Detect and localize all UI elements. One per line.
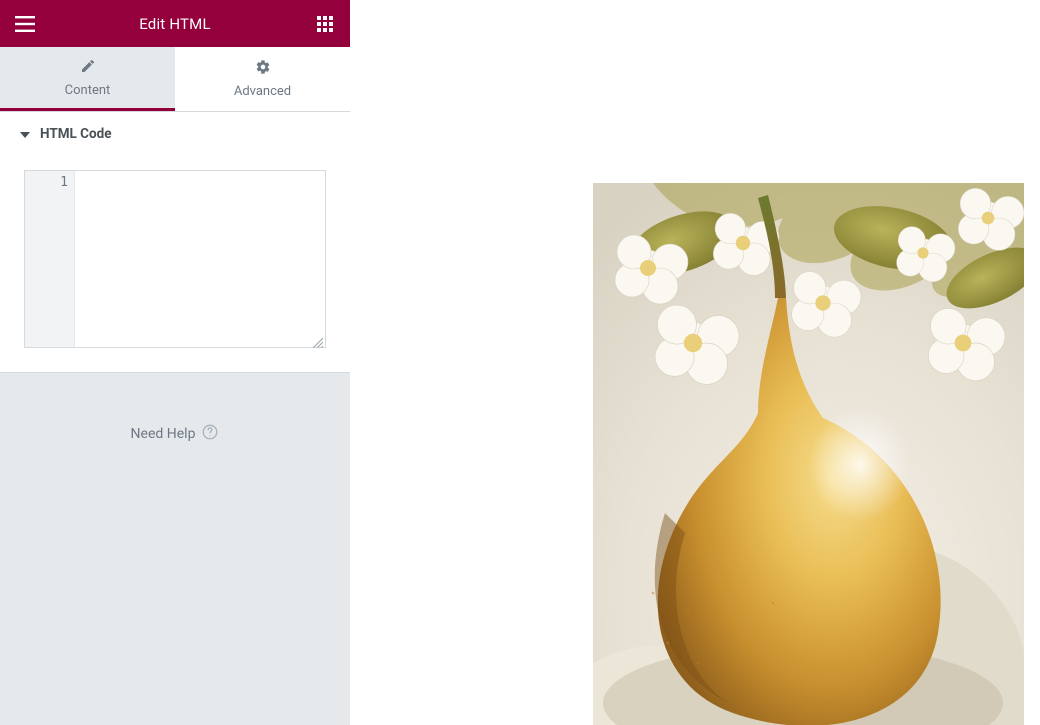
section-html-code: HTML Code 1 bbox=[0, 111, 350, 373]
pencil-icon bbox=[80, 58, 96, 78]
resize-handle-icon[interactable] bbox=[311, 333, 323, 345]
code-editor[interactable]: 1 bbox=[24, 170, 326, 348]
editor-sidebar: Edit HTML Content Advanced bbox=[0, 0, 350, 725]
tab-content[interactable]: Content bbox=[0, 47, 175, 111]
gear-icon bbox=[255, 59, 271, 79]
hamburger-menu-icon[interactable] bbox=[12, 11, 38, 37]
code-gutter: 1 bbox=[25, 171, 75, 347]
tab-advanced[interactable]: Advanced bbox=[175, 47, 350, 111]
preview-image bbox=[593, 183, 1024, 725]
panel-tabs: Content Advanced bbox=[0, 47, 350, 111]
section-title: HTML Code bbox=[40, 126, 112, 142]
panel-title: Edit HTML bbox=[139, 15, 211, 33]
section-header[interactable]: HTML Code bbox=[0, 112, 350, 156]
need-help-label: Need Help bbox=[131, 426, 196, 442]
tab-content-label: Content bbox=[65, 83, 111, 98]
line-number: 1 bbox=[25, 175, 68, 190]
section-body: 1 bbox=[0, 156, 350, 372]
preview-canvas[interactable] bbox=[350, 0, 1040, 725]
apps-grid-icon[interactable] bbox=[312, 11, 338, 37]
code-textarea[interactable] bbox=[75, 171, 325, 347]
need-help-link[interactable]: Need Help bbox=[0, 373, 350, 445]
sidebar-header: Edit HTML bbox=[0, 0, 350, 47]
help-icon bbox=[201, 423, 219, 445]
tab-advanced-label: Advanced bbox=[234, 84, 291, 99]
caret-down-icon bbox=[20, 126, 30, 142]
